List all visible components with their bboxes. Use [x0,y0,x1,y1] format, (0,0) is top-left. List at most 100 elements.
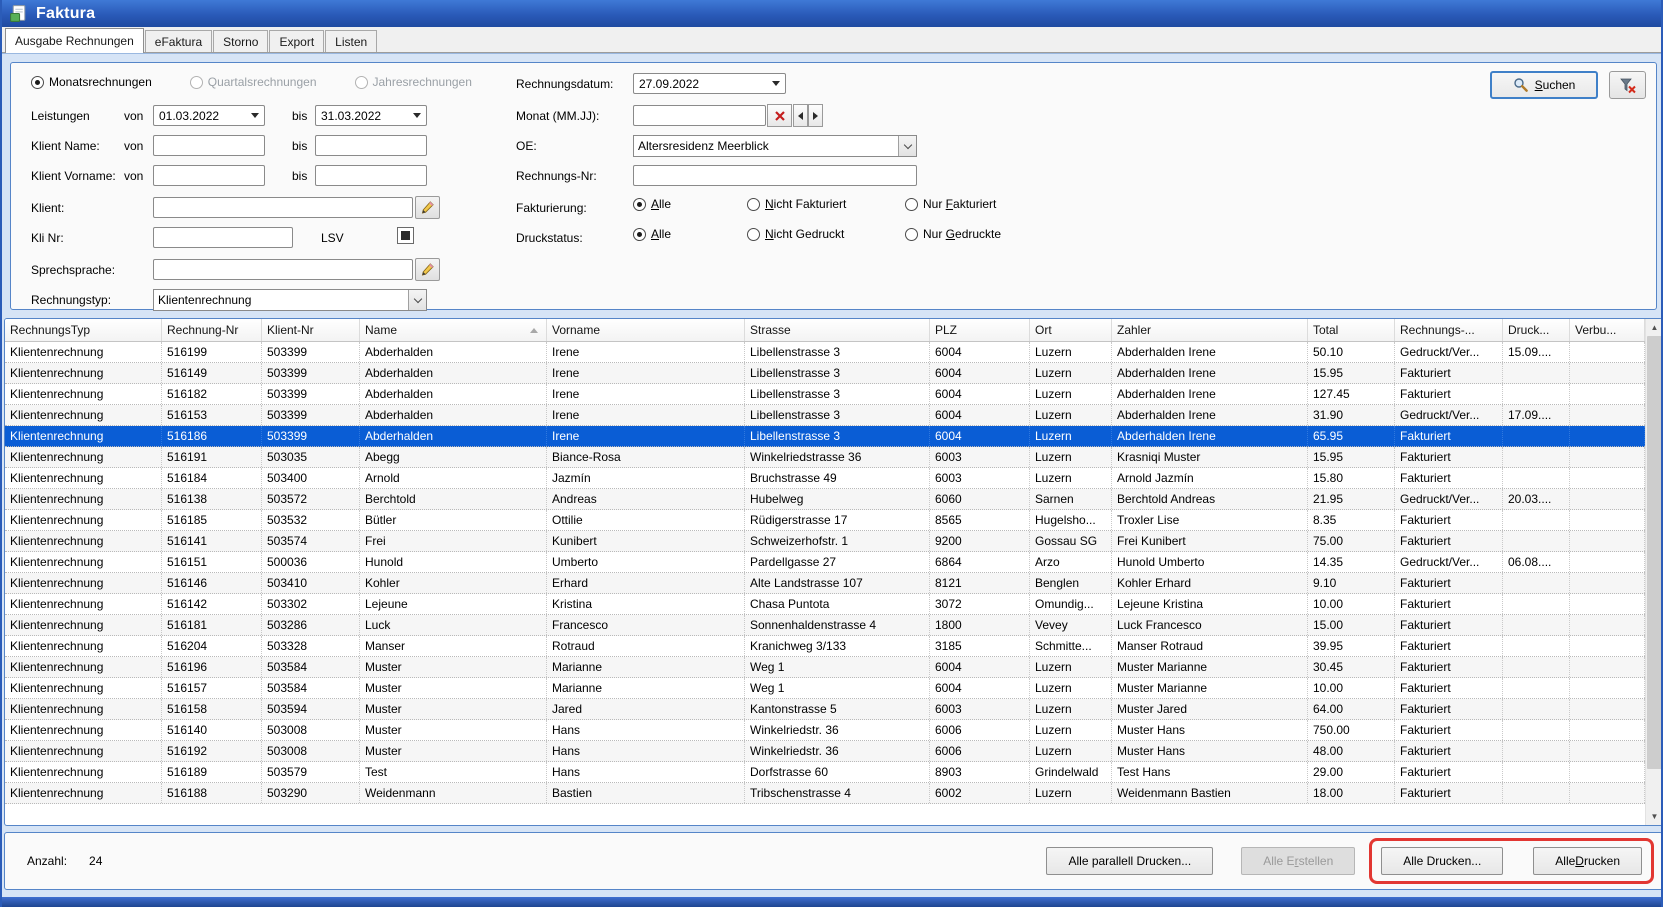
table-row[interactable]: Klientenrechnung516151500036HunoldUmbert… [5,552,1645,573]
radio-monatsrechnungen[interactable]: Monatsrechnungen [31,75,152,89]
sprechsprache-input[interactable] [153,259,413,280]
table-row[interactable]: Klientenrechnung516188503290WeidenmannBa… [5,783,1645,804]
table-row[interactable]: Klientenrechnung516141503574FreiKunibert… [5,531,1645,552]
oe-combobox[interactable]: Altersresidenz Meerblick [633,135,917,157]
column-header-vorname[interactable]: Vorname [547,319,745,341]
radio-fakturierung-alle[interactable]: Alle [633,197,747,211]
tab-efaktura[interactable]: eFaktura [145,30,212,52]
table-row[interactable]: Klientenrechnung516157503584MusterMarian… [5,678,1645,699]
table-cell: 6864 [930,552,1030,572]
column-header-rechnungstyp[interactable]: RechnungsTyp [5,319,162,341]
column-header-total[interactable]: Total [1308,319,1395,341]
vertical-scrollbar[interactable]: ▲ ▼ [1645,319,1662,825]
table-row[interactable]: Klientenrechnung516185503532BütlerOttili… [5,510,1645,531]
leistungen-bis-date-dropdown[interactable]: 31.03.2022 [315,105,427,126]
table-cell: Ottilie [547,510,745,530]
table-cell: Fakturiert [1395,468,1503,488]
table-row[interactable]: Klientenrechnung516149503399AbderhaldenI… [5,363,1645,384]
radio-icon [355,76,368,89]
table-row[interactable]: Klientenrechnung516186503399AbderhaldenI… [5,426,1645,447]
table-row[interactable]: Klientenrechnung516153503399AbderhaldenI… [5,405,1645,426]
button-alle-erstellen: Alle Erstellen [1241,847,1355,875]
table-row[interactable]: Klientenrechnung516184503400ArnoldJazmín… [5,468,1645,489]
rechnungstyp-combobox[interactable]: Klientenrechnung [153,289,427,311]
table-row[interactable]: Klientenrechnung516182503399AbderhaldenI… [5,384,1645,405]
klient-input[interactable] [153,197,413,218]
table-row[interactable]: Klientenrechnung516189503579TestHansDorf… [5,762,1645,783]
table-row[interactable]: Klientenrechnung516181503286LuckFrancesc… [5,615,1645,636]
table-cell: Klientenrechnung [5,720,162,740]
radio-druckstatus-nicht-gedruckt[interactable]: Nicht Gedruckt [747,227,905,241]
table-row[interactable]: Klientenrechnung516196503584MusterMarian… [5,657,1645,678]
clear-filter-button[interactable] [1609,71,1646,99]
table-cell: Pardellgasse 27 [745,552,930,572]
button-alle-drucken[interactable]: Alle Drucken [1533,847,1642,875]
table-cell: Luzern [1030,384,1112,404]
table-cell: Muster [360,657,547,677]
sprechsprache-edit-button[interactable] [415,258,440,281]
scroll-thumb[interactable] [1647,336,1662,769]
combo-dropdown-button[interactable] [408,290,426,310]
leistungen-von-date-dropdown[interactable]: 01.03.2022 [153,105,265,126]
scroll-down-icon[interactable]: ▼ [1646,808,1663,825]
table-row[interactable]: Klientenrechnung516140503008MusterHansWi… [5,720,1645,741]
column-header-rechnung-nr[interactable]: Rechnung-Nr [162,319,262,341]
table-cell [1570,699,1645,719]
table-cell: Arnold [360,468,547,488]
column-header-zahler[interactable]: Zahler [1112,319,1308,341]
radio-druckstatus-alle[interactable]: Alle [633,227,747,241]
rechnungs-nr-input[interactable] [633,165,917,186]
radio-druckstatus-nur-gedruckte[interactable]: Nur Gedruckte [905,227,1001,241]
scroll-up-icon[interactable]: ▲ [1646,319,1663,336]
klient-edit-button[interactable] [415,196,440,219]
table-row[interactable]: Klientenrechnung516191503035AbeggBiance-… [5,447,1645,468]
tab-listen[interactable]: Listen [325,30,377,52]
monat-clear-button[interactable] [767,104,792,127]
klient-vorname-bis-input[interactable] [315,165,427,186]
rechnungstyp-label: Rechnungstyp: [31,293,111,307]
table-cell [1570,342,1645,362]
tab-ausgabe-rechnungen[interactable]: Ausgabe Rechnungen [5,28,144,53]
table-cell: Jazmín [547,468,745,488]
table-row[interactable]: Klientenrechnung516158503594MusterJaredK… [5,699,1645,720]
monat-next-button[interactable] [808,104,823,127]
table-row[interactable]: Klientenrechnung516138503572BerchtoldAnd… [5,489,1645,510]
monat-prev-button[interactable] [793,104,808,127]
table-row[interactable]: Klientenrechnung516142503302LejeuneKrist… [5,594,1645,615]
button-alle-parallell-drucken[interactable]: Alle parallell Drucken... [1046,847,1213,875]
kli-nr-input[interactable] [153,227,293,248]
tab-storno[interactable]: Storno [213,30,268,52]
column-header-klient-nr[interactable]: Klient-Nr [262,319,360,341]
table-cell: 9200 [930,531,1030,551]
radio-fakturierung-nicht-fakturiert[interactable]: Nicht Fakturiert [747,197,905,211]
monat-input[interactable] [633,105,766,126]
table-row[interactable]: Klientenrechnung516146503410KohlerErhard… [5,573,1645,594]
table-cell: 516141 [162,531,262,551]
button-alle-drucken[interactable]: Alle Drucken... [1381,847,1503,875]
column-header-ort[interactable]: Ort [1030,319,1112,341]
column-header-name[interactable]: Name [360,319,547,341]
klient-name-von-input[interactable] [153,135,265,156]
table-cell: 516181 [162,615,262,635]
column-header-plz[interactable]: PLZ [930,319,1030,341]
column-header-strasse[interactable]: Strasse [745,319,930,341]
klient-vorname-von-input[interactable] [153,165,265,186]
rechnungstyp-value: Klientenrechnung [154,293,408,307]
radio-fakturierung-nur-fakturiert[interactable]: Nur Fakturiert [905,197,996,211]
anzahl-label: Anzahl: [27,854,67,868]
table-row[interactable]: Klientenrechnung516192503008MusterHansWi… [5,741,1645,762]
column-header-rechnungs[interactable]: Rechnungs-... [1395,319,1503,341]
tab-export[interactable]: Export [269,30,324,52]
klient-name-bis-input[interactable] [315,135,427,156]
table-row[interactable]: Klientenrechnung516204503328ManserRotrau… [5,636,1645,657]
table-cell: Gedruckt/Ver... [1395,405,1503,425]
lsv-checkbox[interactable] [397,227,414,244]
combo-dropdown-button[interactable] [898,136,916,156]
table-cell: Libellenstrasse 3 [745,405,930,425]
rechnungsdatum-date-dropdown[interactable]: 27.09.2022 [633,73,786,94]
column-header-verbu[interactable]: Verbu... [1570,319,1645,341]
search-button[interactable]: Suchen [1490,71,1598,99]
table-cell: Luzern [1030,342,1112,362]
table-row[interactable]: Klientenrechnung516199503399AbderhaldenI… [5,342,1645,363]
column-header-druck[interactable]: Druck... [1503,319,1570,341]
